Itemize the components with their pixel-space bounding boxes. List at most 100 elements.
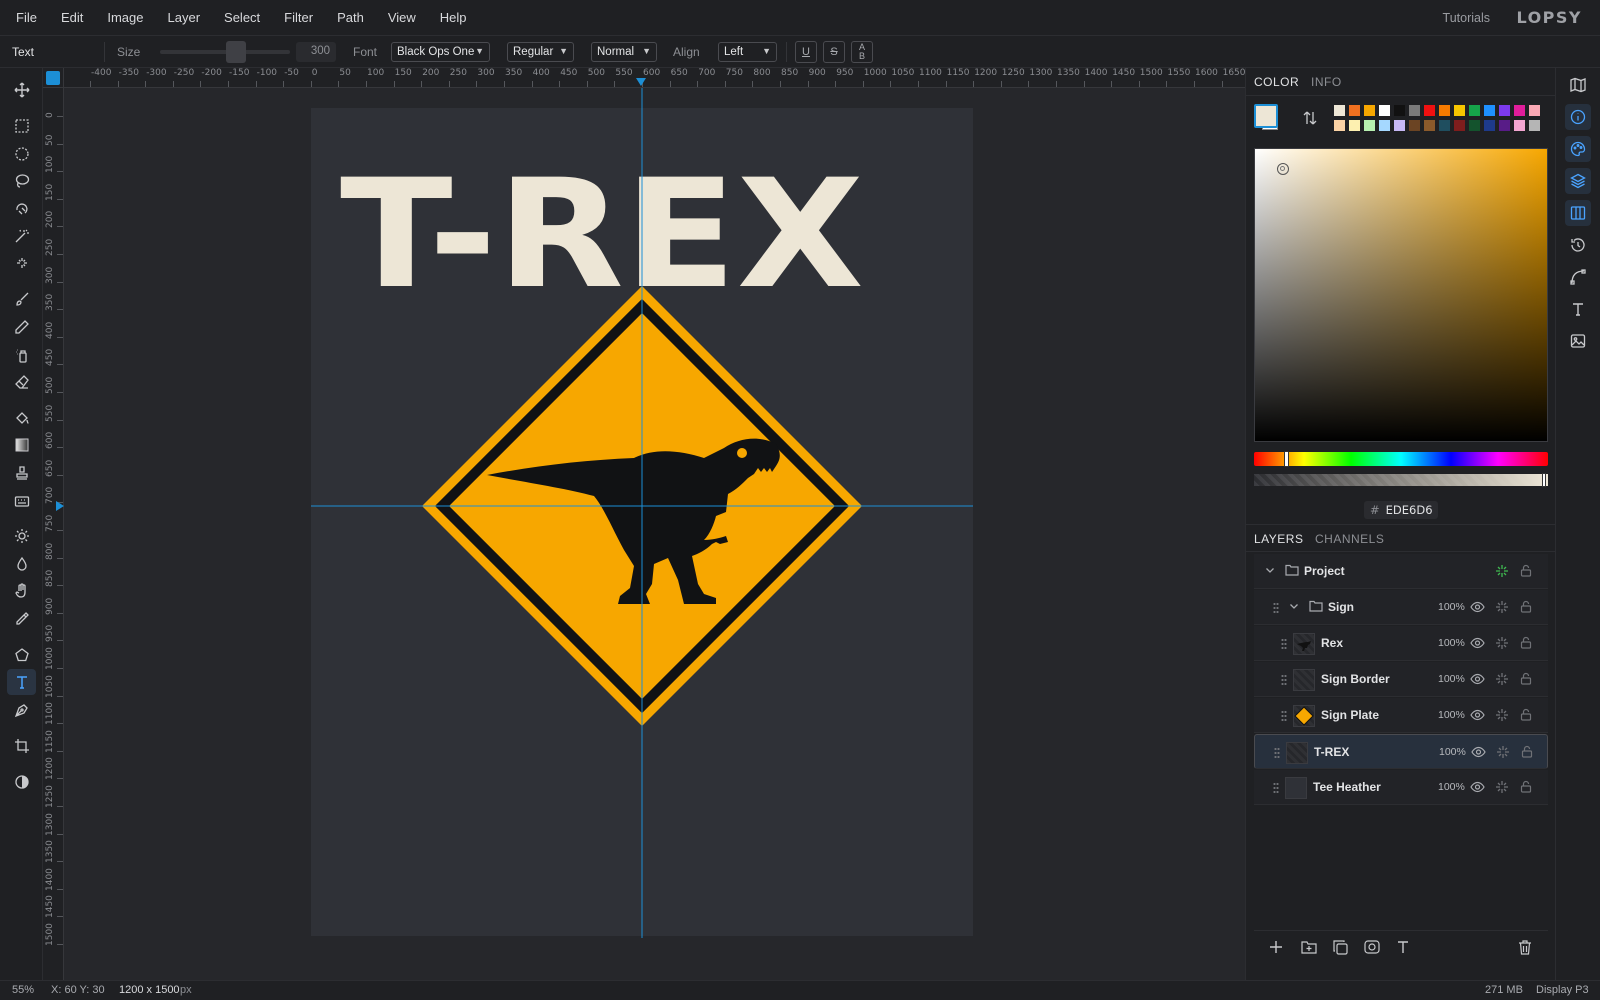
lasso-tool[interactable] — [7, 168, 36, 194]
color-swatch[interactable] — [1363, 104, 1376, 117]
color-swatch[interactable] — [1483, 119, 1496, 132]
move-tool[interactable] — [7, 77, 36, 103]
add-text-layer-button[interactable] — [1396, 940, 1410, 957]
layer-opacity[interactable]: 100% — [1438, 637, 1465, 649]
add-mask-button[interactable] — [1364, 940, 1380, 957]
quick-select-tool[interactable] — [7, 250, 36, 276]
vertical-ruler[interactable]: 0 50 100 150 200 250 300 350 400 450 500 550 600 650 7… — [43, 88, 64, 980]
hue-slider-handle[interactable] — [1284, 451, 1289, 467]
layer-name[interactable]: Rex — [1321, 636, 1343, 650]
layers-panel-button[interactable] — [1565, 168, 1591, 194]
chevron-down-icon[interactable] — [1288, 600, 1304, 616]
color-swatch[interactable] — [1333, 104, 1346, 117]
delete-layer-button[interactable] — [1518, 940, 1532, 958]
eye-icon[interactable] — [1470, 601, 1486, 617]
blur-tool[interactable] — [7, 551, 36, 577]
alpha-slider-handle[interactable] — [1542, 473, 1546, 487]
effects-icon[interactable] — [1495, 672, 1511, 688]
effects-icon[interactable] — [1495, 600, 1511, 616]
color-swatch[interactable] — [1468, 104, 1481, 117]
effects-icon[interactable] — [1495, 636, 1511, 652]
color-swatch[interactable] — [1528, 119, 1541, 132]
pen-tool[interactable] — [7, 697, 36, 723]
menu-layer[interactable]: Layer — [156, 10, 213, 25]
guide-marker-left[interactable] — [56, 501, 64, 511]
layer-name[interactable]: Sign — [1328, 600, 1354, 614]
menu-file[interactable]: File — [0, 10, 49, 25]
tutorials-link[interactable]: Tutorials — [1443, 11, 1490, 25]
underline-button[interactable]: U — [795, 41, 817, 63]
menu-edit[interactable]: Edit — [49, 10, 95, 25]
layer-opacity[interactable]: 100% — [1438, 781, 1465, 793]
drag-handle-icon[interactable] — [1281, 710, 1287, 722]
paths-panel-button[interactable] — [1565, 264, 1591, 290]
align-select[interactable]: Left ▼ — [718, 42, 777, 62]
color-swatch[interactable] — [1408, 104, 1421, 117]
color-swatch[interactable] — [1438, 119, 1451, 132]
color-swatch[interactable] — [1423, 104, 1436, 117]
rect-select-tool[interactable] — [7, 113, 36, 139]
effects-icon[interactable] — [1496, 745, 1512, 761]
swap-colors-button[interactable] — [1302, 110, 1318, 129]
blend-mode-select[interactable]: Normal ▼ — [591, 42, 657, 62]
spray-tool[interactable] — [7, 342, 36, 368]
drag-handle-icon[interactable] — [1273, 602, 1279, 614]
foreground-color-swatch[interactable] — [1254, 104, 1278, 128]
layer-opacity[interactable]: 100% — [1438, 601, 1465, 613]
tab-color[interactable]: COLOR — [1254, 75, 1299, 89]
size-slider[interactable] — [160, 50, 290, 54]
ellipse-select-tool[interactable] — [7, 141, 36, 167]
image-panel-button[interactable] — [1565, 328, 1591, 354]
drag-handle-icon[interactable] — [1273, 782, 1279, 794]
drag-handle-icon[interactable] — [1274, 747, 1280, 759]
stamp-tool[interactable] — [7, 460, 36, 486]
size-input[interactable]: 300 — [296, 42, 336, 62]
menu-filter[interactable]: Filter — [272, 10, 325, 25]
duplicate-layer-button[interactable] — [1333, 940, 1348, 958]
dodge-tool[interactable] — [7, 523, 36, 549]
eye-icon[interactable] — [1471, 746, 1487, 762]
layer-name[interactable]: Project — [1304, 564, 1345, 578]
saturation-value-picker[interactable] — [1254, 148, 1548, 442]
lock-icon[interactable] — [1520, 672, 1536, 688]
drag-handle-icon[interactable] — [1281, 638, 1287, 650]
color-swatch[interactable] — [1483, 104, 1496, 117]
crop-tool[interactable] — [7, 733, 36, 759]
eraser-tool[interactable] — [7, 369, 36, 395]
eye-icon[interactable] — [1470, 673, 1486, 689]
layer-name[interactable]: Sign Border — [1321, 672, 1390, 686]
lock-icon[interactable] — [1521, 745, 1537, 761]
layer-opacity[interactable]: 100% — [1439, 746, 1466, 758]
color-swatch[interactable] — [1528, 104, 1541, 117]
brush-tool[interactable] — [7, 286, 36, 312]
eye-icon[interactable] — [1470, 709, 1486, 725]
layer-row[interactable]: T-REX 100% — [1254, 734, 1548, 769]
horizontal-ruler[interactable]: -400 -350 -300 -250 -200 -150 -100 -50 0 50 100 150… — [64, 68, 1245, 88]
color-swatch[interactable] — [1348, 119, 1361, 132]
color-swatch[interactable] — [1378, 104, 1391, 117]
tab-layers[interactable]: LAYERS — [1254, 532, 1303, 546]
eye-icon[interactable] — [1470, 781, 1486, 797]
layer-name[interactable]: T-REX — [1314, 745, 1349, 759]
color-swatch[interactable] — [1393, 104, 1406, 117]
layer-opacity[interactable]: 100% — [1438, 673, 1465, 685]
effects-icon[interactable] — [1495, 708, 1511, 724]
layer-row[interactable]: Rex 100% — [1254, 626, 1548, 661]
menu-path[interactable]: Path — [325, 10, 376, 25]
layer-group-row[interactable]: Project — [1254, 554, 1548, 589]
menu-select[interactable]: Select — [212, 10, 272, 25]
pattern-tool[interactable] — [7, 488, 36, 514]
character-panel-button[interactable] — [1565, 296, 1591, 322]
picker-handle[interactable] — [1277, 163, 1289, 175]
effects-icon[interactable] — [1495, 780, 1511, 796]
strikethrough-button[interactable]: S — [823, 41, 845, 63]
color-swatch[interactable] — [1513, 119, 1526, 132]
lock-icon[interactable] — [1520, 708, 1536, 724]
eye-icon[interactable] — [1470, 637, 1486, 653]
color-swatch[interactable] — [1438, 104, 1451, 117]
menu-help[interactable]: Help — [428, 10, 479, 25]
case-button[interactable]: AB — [851, 41, 873, 63]
lock-icon[interactable] — [1520, 600, 1536, 616]
color-swatch[interactable] — [1513, 104, 1526, 117]
hex-input[interactable]: # EDE6D6 — [1364, 501, 1438, 519]
